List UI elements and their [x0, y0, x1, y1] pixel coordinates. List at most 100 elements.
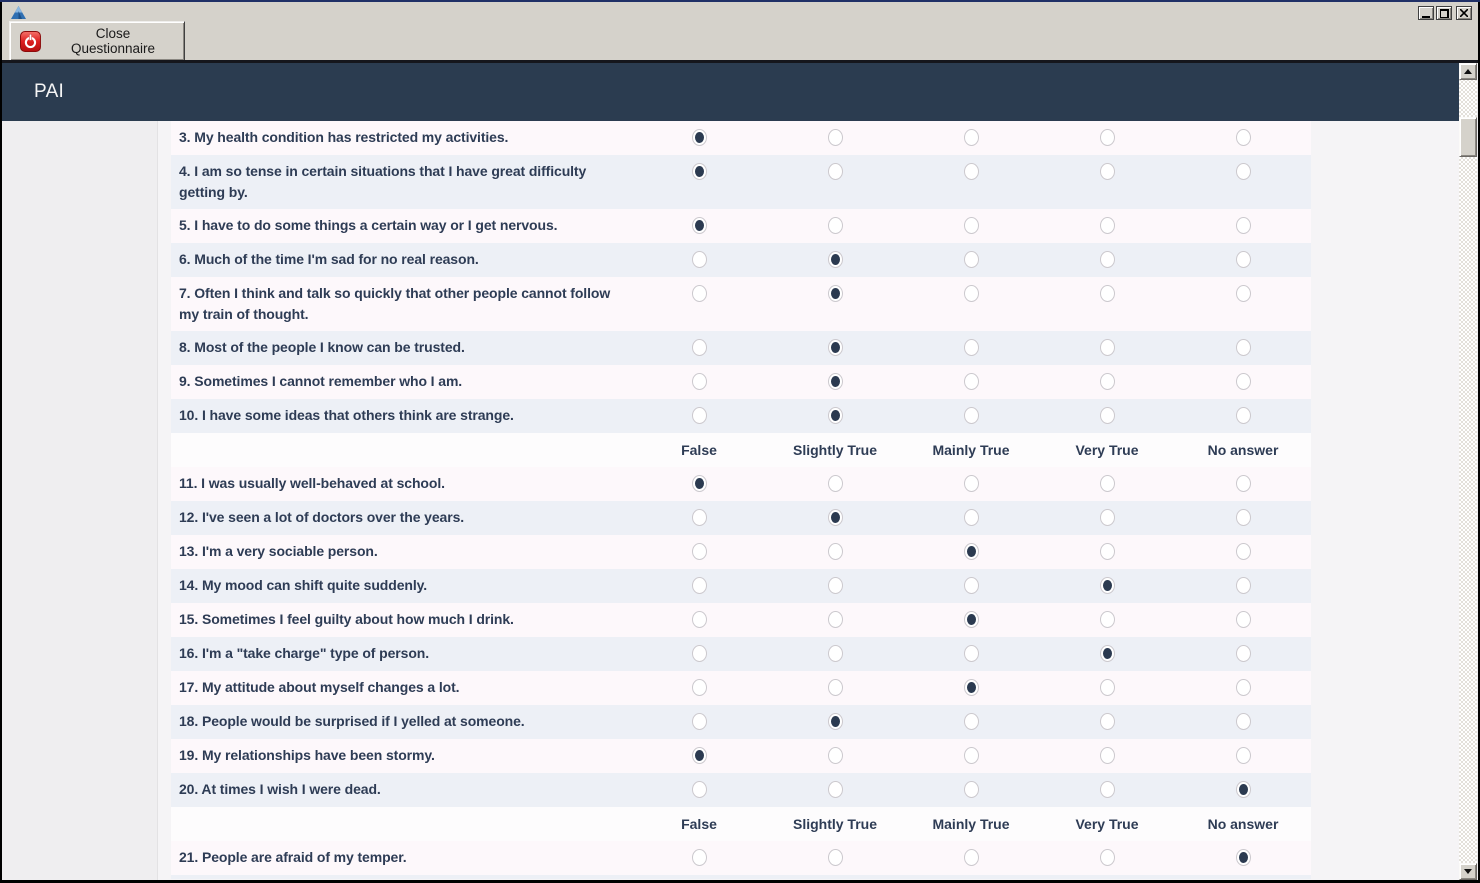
radio-option[interactable] — [692, 475, 707, 492]
radio-option[interactable] — [828, 509, 843, 526]
radio-option[interactable] — [828, 163, 843, 180]
radio-option[interactable] — [1100, 475, 1115, 492]
radio-option[interactable] — [1236, 849, 1251, 866]
radio-option[interactable] — [1100, 251, 1115, 268]
radio-option[interactable] — [692, 163, 707, 180]
radio-option[interactable] — [964, 611, 979, 628]
radio-option[interactable] — [964, 339, 979, 356]
radio-option[interactable] — [1100, 339, 1115, 356]
radio-option[interactable] — [828, 713, 843, 730]
scroll-up-button[interactable] — [1459, 63, 1477, 80]
radio-option[interactable] — [1236, 475, 1251, 492]
radio-option[interactable] — [828, 129, 843, 146]
radio-option[interactable] — [964, 577, 979, 594]
radio-option[interactable] — [692, 339, 707, 356]
radio-option[interactable] — [692, 577, 707, 594]
radio-option[interactable] — [692, 543, 707, 560]
radio-option[interactable] — [1236, 611, 1251, 628]
radio-option[interactable] — [692, 849, 707, 866]
radio-option[interactable] — [1100, 129, 1115, 146]
scrollbar-thumb[interactable] — [1459, 117, 1477, 157]
radio-option[interactable] — [828, 747, 843, 764]
radio-option[interactable] — [1236, 285, 1251, 302]
radio-option[interactable] — [828, 217, 843, 234]
radio-option[interactable] — [1100, 509, 1115, 526]
radio-option[interactable] — [964, 407, 979, 424]
radio-option[interactable] — [828, 611, 843, 628]
radio-option[interactable] — [692, 645, 707, 662]
radio-option[interactable] — [1236, 373, 1251, 390]
radio-option[interactable] — [1100, 611, 1115, 628]
radio-option[interactable] — [1236, 407, 1251, 424]
radio-option[interactable] — [964, 373, 979, 390]
radio-option[interactable] — [964, 285, 979, 302]
radio-option[interactable] — [1100, 849, 1115, 866]
close-questionnaire-button[interactable]: Close Questionnaire — [9, 21, 185, 61]
radio-option[interactable] — [964, 781, 979, 798]
radio-option[interactable] — [692, 781, 707, 798]
radio-option[interactable] — [828, 251, 843, 268]
radio-option[interactable] — [828, 849, 843, 866]
radio-option[interactable] — [1236, 509, 1251, 526]
radio-option[interactable] — [964, 251, 979, 268]
radio-option[interactable] — [1236, 339, 1251, 356]
radio-option[interactable] — [1236, 163, 1251, 180]
radio-option[interactable] — [1236, 645, 1251, 662]
radio-option[interactable] — [1100, 217, 1115, 234]
radio-option[interactable] — [1236, 217, 1251, 234]
radio-option[interactable] — [964, 645, 979, 662]
radio-option[interactable] — [692, 679, 707, 696]
restore-button[interactable] — [1436, 6, 1452, 20]
radio-option[interactable] — [1100, 781, 1115, 798]
scroll-down-button[interactable] — [1459, 863, 1477, 880]
radio-option[interactable] — [964, 217, 979, 234]
radio-option[interactable] — [964, 849, 979, 866]
radio-option[interactable] — [964, 747, 979, 764]
radio-option[interactable] — [1100, 713, 1115, 730]
radio-option[interactable] — [964, 713, 979, 730]
radio-option[interactable] — [692, 373, 707, 390]
radio-option[interactable] — [828, 339, 843, 356]
radio-option[interactable] — [692, 611, 707, 628]
radio-option[interactable] — [1100, 407, 1115, 424]
radio-option[interactable] — [1100, 163, 1115, 180]
radio-option[interactable] — [964, 679, 979, 696]
radio-option[interactable] — [964, 543, 979, 560]
radio-option[interactable] — [828, 475, 843, 492]
radio-option[interactable] — [828, 781, 843, 798]
radio-option[interactable] — [692, 285, 707, 302]
radio-option[interactable] — [692, 407, 707, 424]
radio-option[interactable] — [1236, 129, 1251, 146]
radio-option[interactable] — [1236, 781, 1251, 798]
radio-option[interactable] — [692, 747, 707, 764]
radio-option[interactable] — [1236, 251, 1251, 268]
radio-option[interactable] — [828, 679, 843, 696]
radio-option[interactable] — [828, 543, 843, 560]
radio-option[interactable] — [1236, 747, 1251, 764]
radio-option[interactable] — [964, 129, 979, 146]
radio-option[interactable] — [692, 509, 707, 526]
radio-option[interactable] — [828, 285, 843, 302]
radio-option[interactable] — [1236, 577, 1251, 594]
radio-option[interactable] — [1100, 373, 1115, 390]
close-button[interactable] — [1456, 6, 1472, 20]
radio-option[interactable] — [828, 407, 843, 424]
radio-option[interactable] — [1236, 679, 1251, 696]
radio-option[interactable] — [692, 217, 707, 234]
radio-option[interactable] — [692, 129, 707, 146]
minimize-button[interactable] — [1418, 6, 1434, 20]
radio-option[interactable] — [692, 251, 707, 268]
radio-option[interactable] — [1100, 285, 1115, 302]
radio-option[interactable] — [1100, 543, 1115, 560]
radio-option[interactable] — [828, 577, 843, 594]
radio-option[interactable] — [1236, 543, 1251, 560]
radio-option[interactable] — [692, 713, 707, 730]
radio-option[interactable] — [1236, 713, 1251, 730]
radio-option[interactable] — [1100, 577, 1115, 594]
radio-option[interactable] — [1100, 747, 1115, 764]
radio-option[interactable] — [964, 509, 979, 526]
radio-option[interactable] — [964, 475, 979, 492]
radio-option[interactable] — [828, 645, 843, 662]
radio-option[interactable] — [964, 163, 979, 180]
radio-option[interactable] — [828, 373, 843, 390]
